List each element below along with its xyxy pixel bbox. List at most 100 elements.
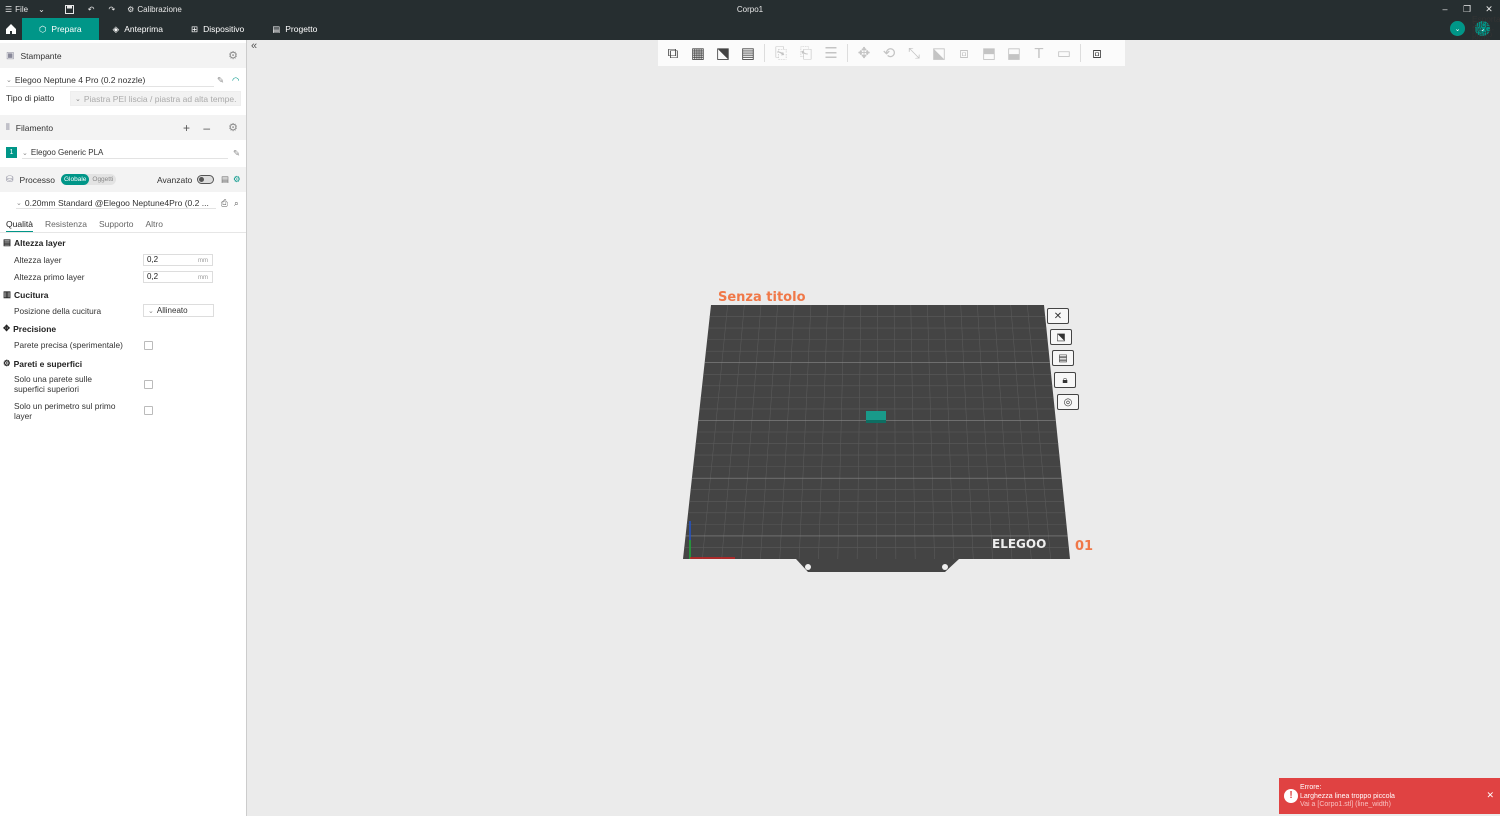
tab-resistenza[interactable]: Resistenza xyxy=(45,219,87,233)
settings-sidebar: ▣ Stampante ⚙ ⌄ Elegoo Neptune 4 Pro (0.… xyxy=(0,40,247,816)
process-profile-select[interactable]: ⌄ 0.20mm Standard @Elegoo Neptune4Pro (0… xyxy=(16,197,216,209)
single-wall-top-label: Solo una parete sulle superfici superior… xyxy=(14,374,92,394)
sliders-icon[interactable]: ⚙ xyxy=(233,174,241,185)
toggle-objects[interactable]: Oggetti xyxy=(89,176,116,183)
layers-edit-icon[interactable]: ☰ xyxy=(820,42,842,64)
scale-icon[interactable]: ⤡ xyxy=(903,42,925,64)
chevron-down-icon[interactable]: ⌄ xyxy=(1450,21,1465,36)
calibration-menu[interactable]: ⚙ Calibrazione xyxy=(122,0,187,18)
home-icon[interactable] xyxy=(0,18,22,40)
single-wall-top-checkbox[interactable] xyxy=(144,380,153,389)
add-plate-icon[interactable]: ▦ xyxy=(687,42,709,64)
measure-icon[interactable]: ▭ xyxy=(1053,42,1075,64)
tab-dispositivo[interactable]: ⊞ Dispositivo xyxy=(177,18,258,40)
calibration-label: Calibrazione xyxy=(137,4,182,14)
cut-icon[interactable]: ⧈ xyxy=(953,42,975,64)
file-menu[interactable]: ☰ File xyxy=(0,0,33,18)
advanced-switch[interactable] xyxy=(197,175,214,184)
printer-select[interactable]: ⌄ Elegoo Neptune 4 Pro (0.2 nozzle) xyxy=(6,74,214,87)
remove-filament-icon[interactable]: – xyxy=(203,121,210,135)
global-objects-toggle[interactable]: Globale Oggetti xyxy=(60,174,117,185)
precise-wall-checkbox[interactable] xyxy=(144,341,153,350)
lock-plate-icon[interactable]: 🔒︎ xyxy=(1054,372,1076,388)
chevron-down-icon: ⌄ xyxy=(16,199,22,207)
walls-icon: ⚙ xyxy=(3,358,11,368)
lay-on-face-icon[interactable]: ⬕ xyxy=(928,42,950,64)
arrange-icon[interactable]: ▤ xyxy=(737,42,759,64)
tab-altro[interactable]: Altro xyxy=(146,219,163,233)
arrange-plate-icon[interactable]: ▤ xyxy=(1052,350,1074,366)
error-icon: ! xyxy=(1284,789,1298,803)
tab-progetto[interactable]: ▤ Progetto xyxy=(258,18,331,40)
single-perimeter-first-layer-label: Solo un perimetro sul primo layer xyxy=(14,401,115,421)
layer-height-value: 0,2 xyxy=(147,255,159,264)
advanced-label: Avanzato xyxy=(157,174,193,185)
slice-plate-button[interactable]: ⌄ Slice piatto xyxy=(1450,19,1492,39)
assembly-icon[interactable]: ⧈ xyxy=(1086,42,1108,64)
plate-brand-logo: ELEGOO xyxy=(992,537,1046,551)
printer-name: Elegoo Neptune 4 Pro (0.2 nozzle) xyxy=(14,75,146,85)
seam-paint-icon[interactable]: ⬓ xyxy=(1003,42,1025,64)
first-layer-height-label: Altezza primo layer xyxy=(14,272,85,282)
dropdown-chevron-icon[interactable]: ⌄ xyxy=(33,0,50,18)
plate-settings-icon[interactable]: ◎ xyxy=(1057,394,1079,410)
redo-icon[interactable]: ↷ xyxy=(103,0,120,18)
plate-type-select[interactable]: ⌄ Piastra PEI liscia / piastra ad alta t… xyxy=(70,91,241,106)
single-perimeter-checkbox[interactable] xyxy=(144,406,153,415)
orient-plate-icon[interactable]: ⬔ xyxy=(1050,329,1072,345)
add-filament-icon[interactable]: + xyxy=(183,121,190,135)
viewport-toolbar: ⧉ ▦ ⬔ ▤ ⎘ ⎗ ☰ ✥ ⟲ ⤡ ⬕ ⧈ ⬒ ⬓ T ▭ ⧈ xyxy=(658,40,1125,66)
toggle-global[interactable]: Globale xyxy=(60,174,90,185)
file-menu-label: File xyxy=(15,4,29,14)
chevron-down-icon: ⌄ xyxy=(148,307,154,315)
gear-icon[interactable]: ⚙ xyxy=(228,49,238,62)
seam-position-select[interactable]: ⌄ Allineato xyxy=(143,304,214,317)
delete-plate-icon[interactable]: ✕ xyxy=(1047,308,1069,324)
search-icon[interactable]: ⌕ xyxy=(234,198,239,209)
compare-icon[interactable]: ▤ xyxy=(221,174,229,185)
tab-qualita[interactable]: Qualità xyxy=(6,219,33,233)
split-parts-icon[interactable]: ⎗ xyxy=(795,42,817,64)
edit-icon[interactable]: ✎ xyxy=(217,75,224,86)
first-layer-height-input[interactable]: 0,2 mm xyxy=(143,271,213,283)
save-icon[interactable] xyxy=(60,0,79,18)
export-gcode-label: Esporta file G-code xyxy=(1472,13,1500,44)
seam-icon: ▥ xyxy=(3,289,12,299)
tab-prepara[interactable]: ⬡ Prepara xyxy=(22,18,99,40)
text-icon[interactable]: T xyxy=(1028,42,1050,64)
move-icon[interactable]: ✥ xyxy=(853,42,875,64)
filament-slot-badge[interactable]: 1 xyxy=(6,147,17,158)
rotate-icon[interactable]: ⟲ xyxy=(878,42,900,64)
hamburger-icon: ☰ xyxy=(5,4,13,14)
group-precision: ✥ Precisione xyxy=(3,323,56,334)
printer-section-title: Stampante xyxy=(20,50,62,61)
layers-icon: ◈ xyxy=(112,23,120,34)
tab-anteprima[interactable]: ◈ Anteprima xyxy=(99,18,177,40)
gear-icon[interactable]: ⚙ xyxy=(228,121,238,134)
minimize-icon[interactable]: – xyxy=(1434,0,1456,18)
support-paint-icon[interactable]: ⬒ xyxy=(978,42,1000,64)
wifi-icon[interactable]: ◠ xyxy=(232,75,239,86)
collapse-sidebar-icon[interactable]: « xyxy=(251,40,257,52)
group-title: Altezza layer xyxy=(14,237,66,248)
close-icon[interactable]: ✕ xyxy=(1486,791,1494,800)
filament-select[interactable]: ⌄ Elegoo Generic PLA xyxy=(22,147,228,159)
layer-height-label: Altezza layer xyxy=(14,255,62,265)
chevron-down-icon: ⌄ xyxy=(22,149,28,157)
error-detail-link[interactable]: Vai a [Corpo1.stl] (line_width) xyxy=(1300,801,1500,810)
chevron-down-icon: ⌄ xyxy=(6,77,12,84)
tab-label: Prepara xyxy=(51,24,82,34)
undo-icon[interactable]: ↶ xyxy=(83,0,100,18)
auto-orient-icon[interactable]: ⬔ xyxy=(712,42,734,64)
edit-icon[interactable]: ✎ xyxy=(233,148,240,159)
group-layer-height: ▤ Altezza layer xyxy=(3,237,66,248)
group-walls: ⚙ Pareti e superfici xyxy=(3,358,82,369)
export-gcode-button[interactable]: ⌄ Esporta file G-code xyxy=(1472,14,1500,44)
split-objects-icon[interactable]: ⎘ xyxy=(770,42,792,64)
layer-height-input[interactable]: 0,2 mm xyxy=(143,254,213,266)
filament-icon: ⫴ xyxy=(6,122,10,132)
tab-supporto[interactable]: Supporto xyxy=(99,219,134,233)
add-object-icon[interactable]: ⧉ xyxy=(662,42,684,64)
save-profile-icon[interactable]: ⎙ xyxy=(221,198,228,209)
plate-name[interactable]: Senza titolo xyxy=(718,290,806,305)
